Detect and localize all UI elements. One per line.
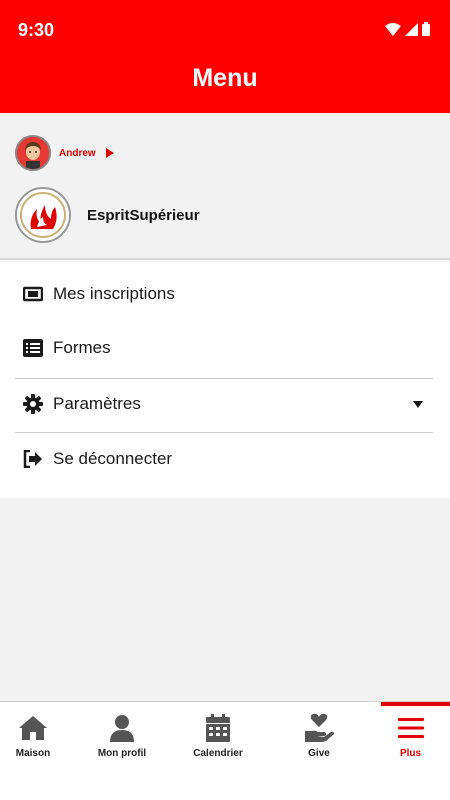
status-bar: 9:30	[0, 0, 450, 60]
menu-item-forms[interactable]: Formes	[15, 321, 433, 375]
nav-item-calendar[interactable]: Calendrier	[183, 702, 253, 800]
user-name: Andrew	[59, 147, 96, 159]
menu-item-label: Se déconnecter	[53, 449, 173, 468]
ticket-icon	[22, 283, 44, 305]
list-icon	[22, 337, 44, 359]
home-icon	[17, 712, 49, 744]
status-icons	[385, 22, 430, 36]
nav-item-profile[interactable]: Mon profil	[88, 702, 156, 800]
give-icon	[303, 712, 335, 744]
organization[interactable]: EspritSupérieur	[15, 187, 200, 243]
menu-list: Mes inscriptions Formes Paramètres Se dé…	[0, 262, 450, 498]
page-title: Menu	[192, 64, 258, 92]
organization-name: EspritSupérieur	[87, 206, 200, 224]
nav-item-give[interactable]: Give	[288, 702, 350, 800]
nav-item-home[interactable]: Maison	[0, 702, 66, 800]
logout-icon	[22, 448, 44, 470]
organization-logo	[15, 187, 71, 243]
nav-label: Calendrier	[193, 748, 243, 759]
play-arrow-icon	[105, 148, 114, 158]
nav-label: Mon profil	[97, 748, 147, 759]
hamburger-icon	[395, 712, 427, 744]
nav-item-more[interactable]: Plus	[381, 702, 440, 800]
gear-icon	[22, 393, 44, 415]
status-time: 9:30	[18, 20, 55, 40]
menu-item-label: Paramètres	[53, 394, 141, 413]
user-switcher[interactable]: Andrew	[15, 135, 114, 171]
menu-item-settings[interactable]: Paramètres	[15, 377, 433, 431]
battery-icon	[422, 22, 430, 36]
nav-label: Give	[308, 748, 330, 759]
user-icon	[106, 712, 138, 744]
app-header: 9:30 Menu	[0, 0, 450, 113]
menu-item-label: Formes	[53, 338, 111, 357]
profile-section: Andrew EspritSupérieur	[0, 113, 450, 260]
signal-icon	[405, 23, 418, 36]
menu-item-logout[interactable]: Se déconnecter	[15, 432, 433, 486]
nav-label: Maison	[15, 748, 51, 759]
chevron-down-icon	[413, 400, 423, 408]
avatar	[15, 135, 51, 171]
bottom-navigation: Maison Mon profil Calendrier Give Plus	[0, 701, 450, 800]
wifi-icon	[385, 23, 401, 36]
nav-label: Plus	[399, 748, 422, 759]
menu-item-label: Mes inscriptions	[53, 284, 175, 303]
menu-item-registrations[interactable]: Mes inscriptions	[15, 267, 433, 321]
calendar-icon	[202, 712, 234, 744]
